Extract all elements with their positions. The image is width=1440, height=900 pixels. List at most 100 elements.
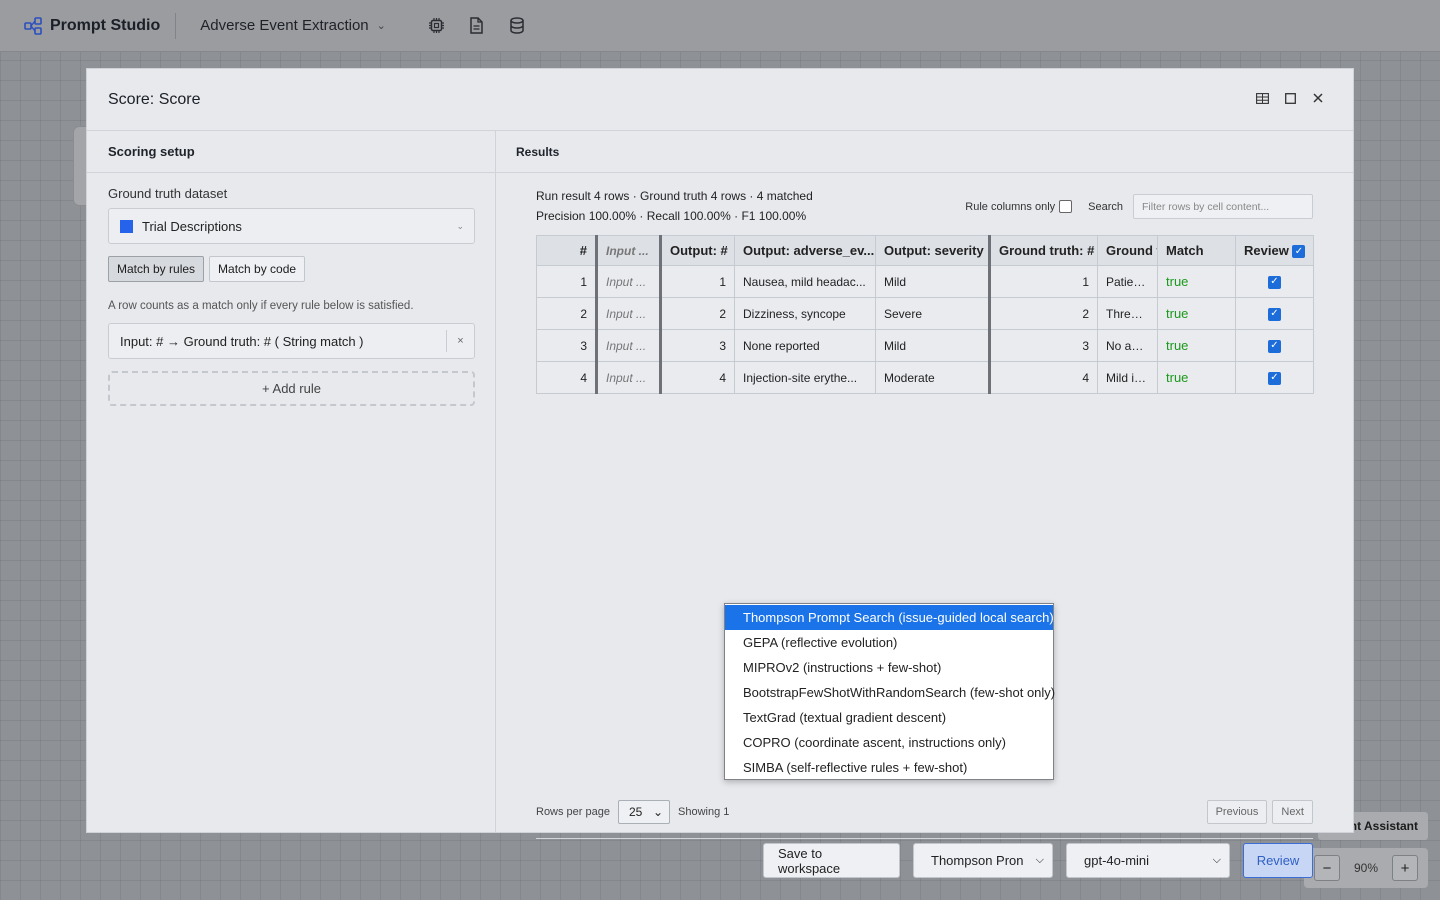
filter-bar: Rule columns only Search Filter rows by … (965, 194, 1313, 219)
rule-columns-label: Rule columns only (965, 200, 1056, 213)
review-checkbox[interactable]: ✓ (1268, 275, 1281, 289)
row-severity-cell: Moderate (875, 361, 990, 394)
row-index-cell: 1 (536, 265, 597, 298)
row-review-cell: ✓ (1235, 329, 1314, 362)
search-input[interactable]: Filter rows by cell content... (1133, 194, 1313, 219)
col-match-header[interactable]: Match (1157, 235, 1236, 266)
row-review-cell: ✓ (1235, 265, 1314, 298)
col-output-num-header[interactable]: Output: # (659, 235, 735, 266)
row-index-cell: 2 (536, 297, 597, 330)
row-index-cell: 4 (536, 361, 597, 394)
review-button[interactable]: Review (1243, 843, 1313, 878)
add-rule-button[interactable]: + Add rule (108, 371, 475, 406)
maximize-icon[interactable] (1283, 91, 1297, 105)
row-gt-num-cell: 2 (988, 297, 1098, 330)
modal-title: Score: Score (108, 90, 201, 108)
optimizer-option[interactable]: MIPROv2 (instructions + few-shot) (725, 655, 1053, 680)
run-stats: Run result 4 rows · Ground truth 4 rows … (536, 186, 813, 226)
pagination: Rows per page 25 ⌄ Showing 1 (536, 800, 729, 824)
row-output-ae-cell: Dizziness, syncope (734, 297, 876, 330)
row-gt-num-cell: 4 (988, 361, 1098, 394)
zoom-controls: − 90% + (1304, 848, 1428, 888)
row-output-num-cell: 2 (659, 297, 735, 330)
optimizer-option[interactable]: COPRO (coordinate ascent, instructions o… (725, 730, 1053, 755)
chevron-down-icon: ⌵ (1035, 854, 1044, 866)
row-match-cell: true (1157, 329, 1236, 362)
table-view-icon[interactable] (1255, 91, 1269, 105)
col-input-header[interactable]: Input ... (595, 235, 661, 266)
row-gt-num-cell: 1 (988, 265, 1098, 298)
save-to-workspace-button[interactable]: Save to workspace (763, 843, 900, 878)
showing-text: Showing 1 (678, 806, 730, 818)
optimizer-option[interactable]: GEPA (reflective evolution) (725, 630, 1053, 655)
scoring-setup-panel: Scoring setup Ground truth dataset Trial… (87, 131, 496, 832)
row-severity-cell: Mild (875, 265, 990, 298)
scoring-setup-heading: Scoring setup (87, 131, 495, 173)
col-severity-header[interactable]: Output: severity (875, 235, 990, 266)
row-review-cell: ✓ (1235, 297, 1314, 330)
table-row[interactable]: 4 Input ... 4 Injection-site erythe... Moder… (536, 361, 1314, 394)
review-checkbox[interactable]: ✓ (1268, 307, 1281, 321)
project-switcher[interactable]: Adverse Event Extraction ⌄ (200, 17, 386, 34)
table-row[interactable]: 3 Input ... 3 None reported Mild 3 No adver tru… (536, 329, 1314, 362)
row-gt-text-cell: Mild injec (1097, 361, 1158, 394)
optimizer-option[interactable]: Thompson Prompt Search (issue-guided loc… (725, 605, 1054, 630)
rule-columns-checkbox[interactable] (1059, 200, 1073, 213)
close-icon[interactable] (1311, 91, 1325, 105)
remove-rule-button[interactable]: × (446, 330, 474, 352)
col-review-header[interactable]: Review ✓ (1235, 235, 1314, 266)
zoom-out-button[interactable]: − (1314, 855, 1340, 881)
app-name: Prompt Studio (50, 16, 161, 34)
row-gt-text-cell: Three pa (1097, 297, 1158, 330)
row-output-ae-cell: Nausea, mild headac... (734, 265, 876, 298)
row-review-cell: ✓ (1235, 361, 1314, 394)
row-input-cell: Input ... (595, 361, 661, 394)
zoom-level: 90% (1353, 861, 1379, 875)
match-by-code-button[interactable]: Match by code (209, 256, 306, 282)
row-output-num-cell: 3 (659, 329, 735, 362)
row-output-ae-cell: Injection-site erythe... (734, 361, 876, 394)
row-gt-text-cell: Patients r (1097, 265, 1158, 298)
dataset-select[interactable]: Trial Descriptions ⌄ (108, 208, 475, 244)
chevron-down-icon: ⌄ (376, 20, 386, 32)
row-match-cell: true (1157, 297, 1236, 330)
toolbar-divider (175, 12, 177, 39)
database-icon[interactable] (508, 17, 526, 35)
footer-divider (536, 838, 1313, 839)
chevron-down-icon: ⌵ (1212, 854, 1221, 866)
brand[interactable]: Prompt Studio (24, 17, 160, 35)
optimizer-option[interactable]: TextGrad (textual gradient descent) (725, 705, 1053, 730)
table-row[interactable]: 1 Input ... 1 Nausea, mild headac... Mild 1 Pa… (536, 265, 1314, 298)
chip-icon[interactable] (428, 17, 446, 35)
row-output-num-cell: 4 (659, 361, 735, 394)
optimizer-option[interactable]: SIMBA (self-reflective rules + few-shot) (725, 755, 1053, 780)
match-by-rules-button[interactable]: Match by rules (108, 256, 205, 282)
dataset-label: Ground truth dataset (108, 186, 228, 201)
rule-text: Input: # → Ground truth: # ( String matc… (120, 333, 364, 349)
top-bar: Prompt Studio Adverse Event Extraction ⌄ (0, 0, 1440, 52)
review-checkbox[interactable]: ✓ (1268, 371, 1281, 385)
review-checkbox[interactable]: ✓ (1268, 339, 1281, 353)
col-gt-num-header[interactable]: Ground truth: # (988, 235, 1098, 266)
optimizer-select[interactable]: Thompson Pron ⌵ (913, 843, 1053, 878)
col-output-ae-header[interactable]: Output: adverse_ev... (734, 235, 876, 266)
document-icon[interactable] (468, 17, 486, 35)
col-index-header[interactable]: # (536, 235, 597, 266)
review-all-checkbox[interactable]: ✓ (1292, 245, 1306, 259)
row-input-cell: Input ... (595, 329, 661, 362)
zoom-in-button[interactable]: + (1392, 855, 1418, 881)
model-select[interactable]: gpt-4o-mini ⌵ (1066, 843, 1230, 878)
optimizer-option[interactable]: BootstrapFewShotWithRandomSearch (few-sh… (725, 680, 1055, 705)
optimizer-value: Thompson Pron (931, 853, 1024, 868)
table-row[interactable]: 2 Input ... 2 Dizziness, syncope Severe 2 Thre… (536, 297, 1314, 330)
col-gt-text-header[interactable]: Ground t (1097, 235, 1158, 266)
stats-counts: Run result 4 rows · Ground truth 4 rows … (536, 189, 813, 203)
next-page-button[interactable]: Next (1272, 800, 1313, 824)
rows-per-page-value: 25 (629, 805, 643, 819)
footer-actions: Save to workspace Thompson Pron ⌵ gpt-4o… (763, 843, 1313, 878)
rule-row[interactable]: Input: # → Ground truth: # ( String matc… (108, 323, 475, 359)
chevron-down-icon: ⌄ (456, 220, 464, 231)
previous-page-button[interactable]: Previous (1206, 800, 1268, 824)
rows-per-page-select[interactable]: 25 ⌄ (618, 800, 670, 824)
review-header-label: Review (1244, 242, 1289, 258)
